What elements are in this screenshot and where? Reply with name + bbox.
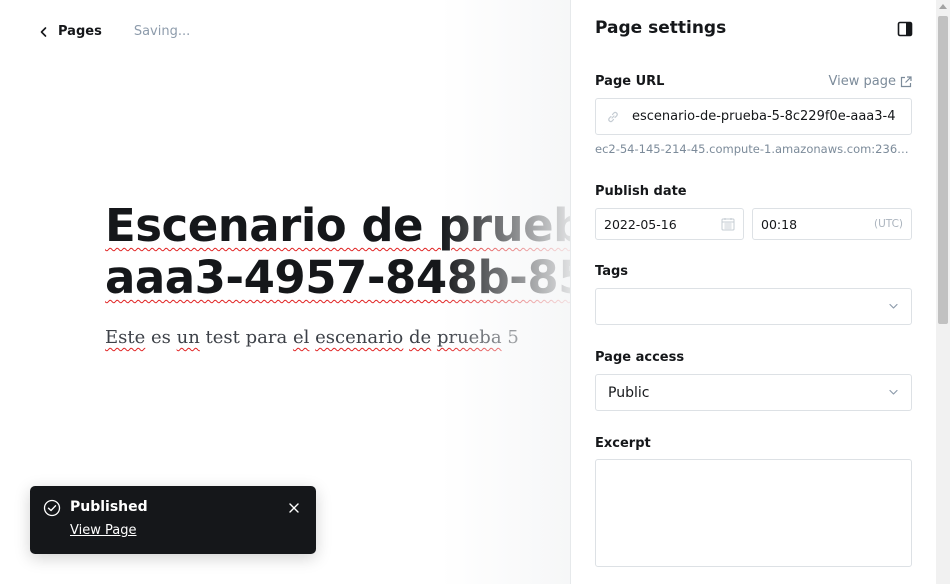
page-access-select[interactable]: Public (595, 374, 912, 411)
post-title-line-1: Escenario de prueba 5-8c229f0e- (105, 199, 570, 252)
scrollbar-thumb[interactable] (938, 16, 948, 324)
publish-time-value: 00:18 (761, 216, 798, 232)
window-scrollbar[interactable] (936, 0, 950, 584)
tags-select[interactable] (595, 288, 912, 325)
page-url-label: Page URL (595, 74, 665, 89)
publish-date-value: 2022-05-16 (604, 216, 677, 232)
excerpt-label: Excerpt (595, 436, 651, 451)
close-icon[interactable] (287, 501, 301, 515)
panel-title: Page settings (595, 18, 727, 38)
body-word: prueba (436, 327, 502, 348)
save-status: Saving... (133, 24, 191, 39)
view-page-link[interactable]: View page (829, 74, 912, 89)
check-circle-icon (43, 499, 61, 517)
view-page-label: View page (828, 74, 896, 89)
publish-date-field[interactable]: 2022-05-16 (595, 208, 744, 240)
published-toast: Published View Page (30, 486, 316, 554)
page-access-value: Public (608, 384, 650, 401)
publish-time-field[interactable]: 00:18 (UTC) (752, 208, 912, 240)
link-icon (608, 111, 618, 122)
tags-label: Tags (595, 264, 629, 279)
page-access-label: Page access (595, 350, 685, 365)
calendar-icon (721, 218, 735, 231)
body-word: de (409, 327, 432, 348)
toast-view-page-link[interactable]: View Page (70, 523, 136, 538)
chevron-down-icon (889, 389, 898, 395)
timezone-label: (UTC) (873, 218, 903, 230)
body-word: Este (105, 327, 146, 348)
page-url-input[interactable] (632, 109, 911, 124)
body-word: para (245, 327, 288, 348)
body-word: 5 (507, 327, 519, 348)
toast-title: Published (70, 499, 148, 515)
publish-date-label: Publish date (595, 184, 687, 199)
back-to-pages-link[interactable]: Pages (38, 24, 102, 39)
full-url-hint: ec2-54-145-214-45.compute-1.amazonaws.co… (595, 142, 912, 156)
editor-topbar: Pages Saving... (38, 24, 190, 39)
body-word: es (151, 327, 171, 348)
page-settings-panel: Page settings Page URL View page ec2-54-… (570, 0, 936, 584)
body-word: el (292, 327, 310, 348)
scroll-up-arrow-icon[interactable] (939, 4, 947, 9)
editor: Pages Saving... Escenario de prueba 5-8c… (0, 0, 570, 584)
excerpt-textarea[interactable] (595, 459, 912, 567)
external-link-icon (900, 75, 912, 87)
post-title-line-2: aaa3-4957-848b-8537 (105, 251, 570, 304)
post-title[interactable]: Escenario de prueba 5-8c229f0e- aaa3-495… (105, 200, 570, 304)
chevron-left-icon (40, 26, 47, 37)
back-link-label: Pages (58, 24, 102, 39)
sidebar-toggle-icon[interactable] (897, 21, 913, 37)
body-word: test (205, 327, 240, 348)
body-word: un (176, 327, 200, 348)
page-url-field[interactable] (595, 98, 912, 135)
body-word: escenario (315, 327, 404, 348)
post-body[interactable]: Este es un test para el escenario de pru… (105, 327, 519, 348)
chevron-down-icon (889, 303, 898, 309)
